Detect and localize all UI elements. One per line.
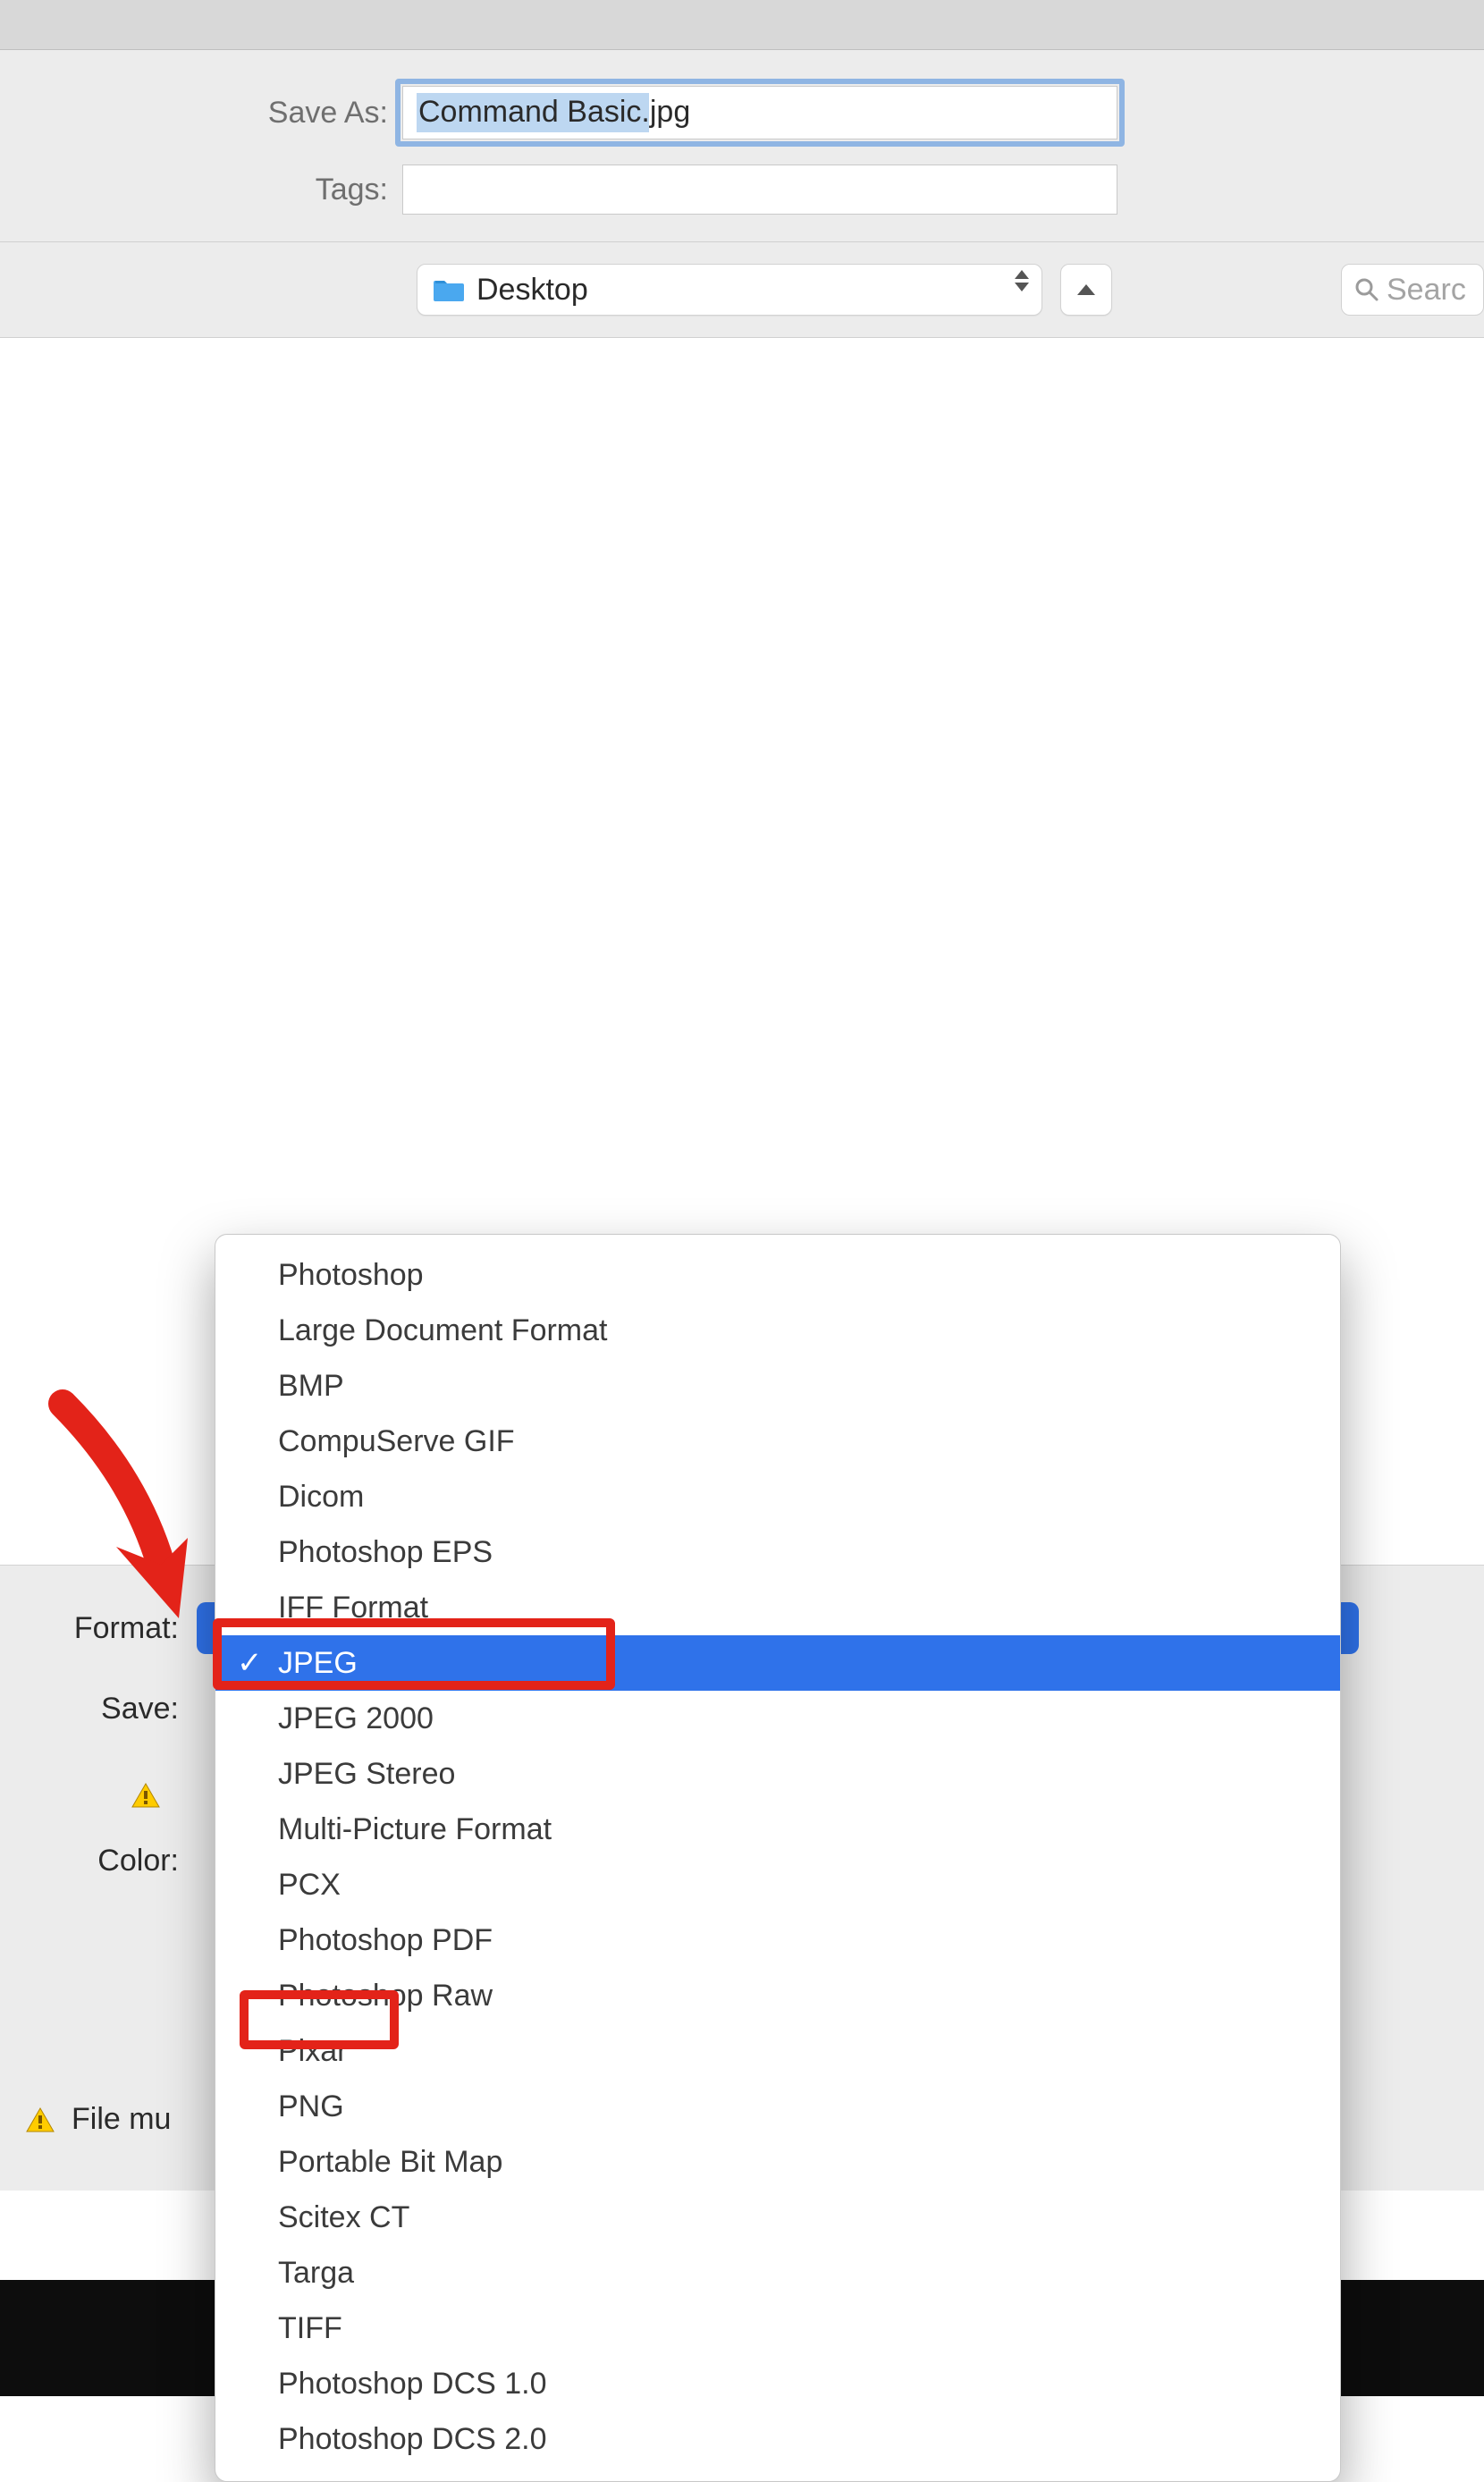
- tags-input[interactable]: [402, 165, 1117, 215]
- format-option[interactable]: Photoshop DCS 1.0: [215, 2356, 1340, 2411]
- color-label: Color:: [0, 1844, 197, 1878]
- warning-icon-1: [131, 1782, 161, 1817]
- format-option[interactable]: JPEG 2000: [215, 1691, 1340, 1746]
- checkmark-icon: ✓: [237, 1635, 263, 1691]
- format-option[interactable]: CompuServe GIF: [215, 1414, 1340, 1469]
- format-option[interactable]: Photoshop: [215, 1247, 1340, 1303]
- format-option[interactable]: Scitex CT: [215, 2190, 1340, 2245]
- folder-icon: [434, 277, 464, 302]
- format-option[interactable]: Photoshop Raw: [215, 1968, 1340, 2023]
- format-option[interactable]: IFF Format: [215, 1580, 1340, 1635]
- save-label: Save:: [0, 1692, 197, 1726]
- saveas-label: Save As:: [0, 96, 402, 131]
- search-placeholder: Searc: [1387, 273, 1466, 308]
- format-option[interactable]: Portable Bit Map: [215, 2134, 1340, 2190]
- save-header-panel: Save As: Command Basic.jpg Tags:: [0, 50, 1484, 242]
- saveas-field-wrap[interactable]: Command Basic.jpg: [402, 86, 1117, 139]
- location-bar: Desktop Searc: [0, 242, 1484, 338]
- format-option[interactable]: TIFF: [215, 2300, 1340, 2356]
- format-option[interactable]: Large Document Format: [215, 1303, 1340, 1358]
- search-icon: [1354, 277, 1379, 302]
- tags-label: Tags:: [0, 173, 402, 207]
- format-option[interactable]: Photoshop PDF: [215, 1912, 1340, 1968]
- collapse-button[interactable]: [1060, 264, 1112, 316]
- format-option[interactable]: Photoshop DCS 2.0: [215, 2411, 1340, 2467]
- saveas-input[interactable]: [402, 86, 1117, 139]
- format-option[interactable]: PCX: [215, 1857, 1340, 1912]
- inactive-window-strip: [0, 0, 1484, 50]
- format-option[interactable]: Targa: [215, 2245, 1340, 2300]
- format-option[interactable]: JPEG✓: [215, 1635, 1340, 1691]
- search-input[interactable]: Searc: [1341, 264, 1484, 316]
- format-label: Format:: [0, 1611, 197, 1646]
- format-option[interactable]: Dicom: [215, 1469, 1340, 1524]
- saveas-row: Save As: Command Basic.jpg: [0, 86, 1484, 139]
- format-option[interactable]: Pixar: [215, 2023, 1340, 2079]
- location-dropdown[interactable]: Desktop: [417, 264, 1042, 316]
- format-option[interactable]: BMP: [215, 1358, 1340, 1414]
- file-warning-text: File mu: [72, 2102, 171, 2137]
- format-option[interactable]: Multi-Picture Format: [215, 1802, 1340, 1857]
- location-name: Desktop: [476, 273, 588, 308]
- format-option[interactable]: PNG: [215, 2079, 1340, 2134]
- warning-icon-2: [25, 2106, 55, 2133]
- format-option[interactable]: Photoshop EPS: [215, 1524, 1340, 1580]
- bottom-warning-row: File mu: [25, 2102, 171, 2137]
- location-stepper-icon: [1015, 270, 1029, 291]
- format-popup-menu[interactable]: PhotoshopLarge Document FormatBMPCompuSe…: [215, 1234, 1341, 2482]
- tags-row: Tags:: [0, 165, 1484, 215]
- format-option[interactable]: JPEG Stereo: [215, 1746, 1340, 1802]
- chevron-up-icon: [1077, 284, 1095, 295]
